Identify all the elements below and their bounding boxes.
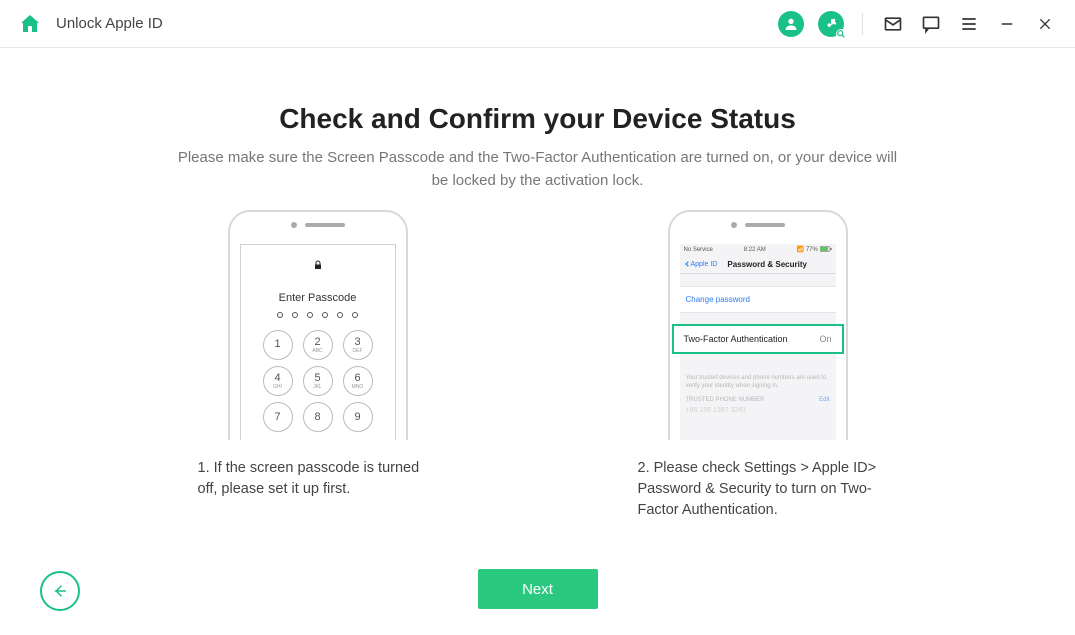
passcode-dot [277,312,283,318]
minimize-icon[interactable] [995,12,1019,36]
home-icon[interactable] [18,12,42,36]
tfa-value: On [819,334,831,344]
back-label: Apple ID [691,261,718,268]
enter-passcode-label: Enter Passcode [241,292,395,304]
keypad: 1 2ABC 3DEF 4GHI 5JKL 6MNO 7 8 9 [241,330,395,432]
keypad-key-3: 3DEF [343,330,373,360]
passcode-dot [292,312,298,318]
main-content: Check and Confirm your Device Status Ple… [0,48,1075,635]
passcode-column: Enter Passcode 1 2ABC 3DEF [188,210,448,521]
status-battery: 📶 77% [797,246,832,253]
settings-caption: 2. Please check Settings > Apple ID> Pas… [628,458,888,521]
keypad-key-9: 9 [343,402,373,432]
account-icon[interactable] [778,11,804,37]
passcode-caption: 1. If the screen passcode is turned off,… [188,458,448,500]
trusted-label: TRUSTED PHONE NUMBER [686,397,765,403]
music-search-icon[interactable] [818,11,844,37]
keypad-key-5: 5JKL [303,366,333,396]
status-carrier: No Service [684,247,713,253]
camera-dot-icon [291,222,297,228]
page-title: Check and Confirm your Device Status [0,103,1075,135]
keypad-key-2: 2ABC [303,330,333,360]
nav-title: Password & Security [727,260,807,269]
phone-top [670,212,846,238]
keypad-key-1: 1 [263,330,293,360]
passcode-dot [322,312,328,318]
camera-dot-icon [731,222,737,228]
titlebar-left: Unlock Apple ID [18,12,163,36]
passcode-dot [307,312,313,318]
keypad-key-6: 6MNO [343,366,373,396]
phone-top [230,212,406,238]
menu-icon[interactable] [957,12,981,36]
keypad-key-7: 7 [263,402,293,432]
back-button[interactable] [40,571,80,611]
edit-link: Edit [819,397,829,403]
statusbar: No Service 8:22 AM 📶 77% [680,244,836,255]
change-password-row: Change password [680,286,836,313]
mail-icon[interactable] [881,12,905,36]
passcode-dots [241,312,395,318]
close-icon[interactable] [1033,12,1057,36]
passcode-screen: Enter Passcode 1 2ABC 3DEF [240,244,396,440]
two-factor-row: Two-Factor Authentication On [672,324,844,354]
settings-phone: No Service 8:22 AM 📶 77% Apple ID Passwo… [668,210,848,440]
passcode-dot [352,312,358,318]
passcode-dot [337,312,343,318]
phones-row: Enter Passcode 1 2ABC 3DEF [0,210,1075,521]
keypad-key-8: 8 [303,402,333,432]
titlebar: Unlock Apple ID [0,0,1075,48]
next-button[interactable]: Next [478,569,598,609]
tfa-label: Two-Factor Authentication [684,334,788,344]
trusted-header: TRUSTED PHONE NUMBER Edit [680,395,836,405]
earpiece-icon [745,223,785,227]
titlebar-title: Unlock Apple ID [56,15,163,32]
status-time: 8:22 AM [744,247,766,253]
page-subtext: Please make sure the Screen Passcode and… [178,147,898,192]
lock-icon [241,259,395,274]
keypad-key-4: 4GHI [263,366,293,396]
passcode-phone: Enter Passcode 1 2ABC 3DEF [228,210,408,440]
titlebar-right [778,11,1057,37]
feedback-icon[interactable] [919,12,943,36]
trusted-phone: +86 158 1387 3241 [680,405,836,416]
settings-column: No Service 8:22 AM 📶 77% Apple ID Passwo… [628,210,888,521]
divider [862,13,863,35]
earpiece-icon [305,223,345,227]
settings-screen: No Service 8:22 AM 📶 77% Apple ID Passwo… [680,244,836,440]
tfa-description: Your trusted devices and phone numbers a… [680,371,836,395]
nav-row: Apple ID Password & Security [680,255,836,274]
back-link-icon: Apple ID [684,259,718,269]
